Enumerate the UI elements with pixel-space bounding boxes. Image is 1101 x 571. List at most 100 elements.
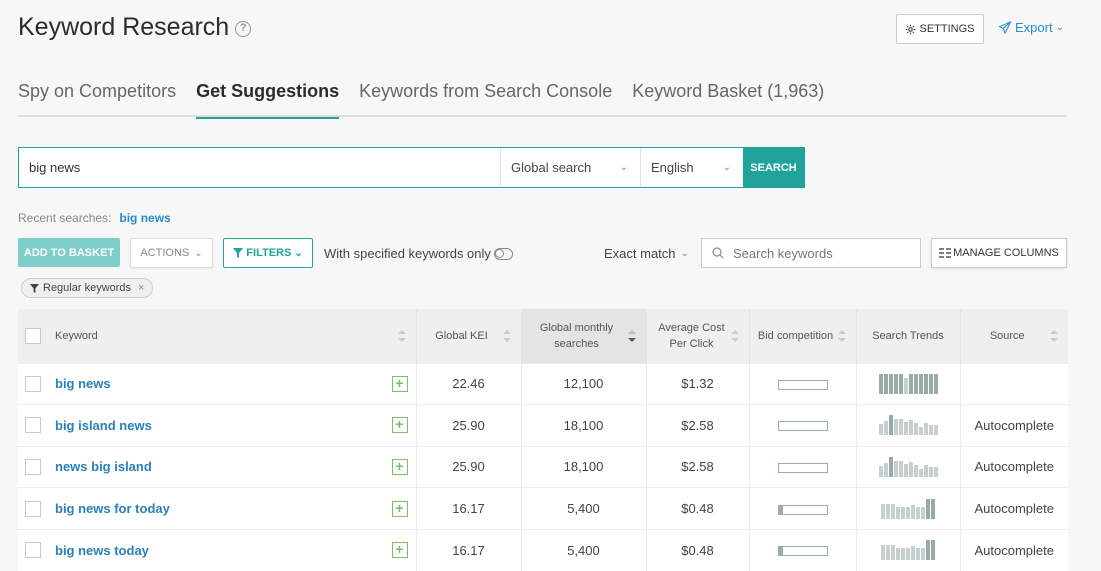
trend-bar (916, 548, 920, 561)
tab-keyword-basket[interactable]: Keyword Basket (1,963) (632, 78, 844, 117)
column-header-source[interactable]: Source (959, 309, 1068, 363)
select-all-checkbox[interactable] (25, 327, 41, 344)
column-label: Average Cost Per Click (658, 321, 725, 350)
table-row: news big island + 25.90 18,100 $2.58 Aut… (18, 445, 1068, 488)
manage-columns-label: MANAGE COLUMNS (953, 247, 1059, 259)
keyword-link[interactable]: big news (55, 376, 392, 391)
bid-competition-bar (777, 379, 828, 390)
keyword-search-input[interactable] (19, 148, 500, 187)
tab-keywords-from-search-console[interactable]: Keywords from Search Console (359, 78, 632, 117)
trend-bar (918, 373, 923, 394)
actions-dropdown[interactable]: ACTIONS ⌄ (130, 238, 213, 268)
column-label: Source (989, 329, 1025, 342)
keyword-cell: big news for today + (18, 487, 416, 530)
search-button[interactable]: SEARCH (743, 148, 804, 187)
trend-bar (926, 498, 930, 519)
chevron-down-icon: ⌄ (294, 247, 303, 259)
specified-keywords-toggle[interactable] (493, 247, 513, 260)
cpc-cell: $1.32 (645, 362, 749, 405)
column-header-bid-competition[interactable]: Bid competition (748, 309, 856, 363)
row-checkbox[interactable] (25, 542, 41, 559)
close-icon[interactable]: × (138, 282, 144, 294)
column-header-avg-cpc[interactable]: Average Cost Per Click (645, 309, 749, 363)
specified-keywords-toggle-group: With specified keywords only (324, 246, 513, 261)
row-checkbox[interactable] (25, 500, 41, 517)
kei-cell: 16.17 (415, 528, 521, 571)
trend-bar (896, 506, 900, 519)
source-cell: Autocomplete (959, 404, 1068, 447)
sort-icon[interactable] (730, 329, 739, 342)
region-select[interactable]: Global search ⌄ (500, 148, 640, 187)
export-button[interactable]: Export ⌄ (998, 20, 1064, 35)
trend-bar (903, 377, 908, 394)
keyword-cell: big news + (18, 362, 416, 405)
search-trends-cell (855, 362, 960, 405)
sort-icon[interactable] (1050, 329, 1058, 342)
recent-search-link[interactable]: big news (119, 211, 170, 225)
search-icon (712, 247, 724, 259)
language-select[interactable]: English ⌄ (640, 148, 743, 187)
kei-cell: 25.90 (415, 404, 521, 447)
sort-desc-icon[interactable] (627, 329, 636, 342)
table-row: big island news + 25.90 18,100 $2.58 Aut… (18, 404, 1068, 447)
keyword-link[interactable]: big news today (55, 543, 392, 558)
trend-bar (886, 545, 890, 561)
bid-competition-cell (748, 528, 856, 571)
trend-bar (893, 419, 898, 436)
page-title-text: Keyword Research (18, 13, 230, 41)
trend-bar (928, 373, 933, 394)
row-checkbox[interactable] (25, 375, 41, 392)
recent-searches: Recent searches: big news (18, 211, 171, 225)
trend-bar (933, 466, 938, 477)
keyword-link[interactable]: big news for today (55, 501, 392, 516)
trend-bar (878, 424, 883, 436)
settings-button[interactable]: SETTINGS (896, 14, 984, 44)
trend-bar (891, 503, 895, 519)
column-header-keyword[interactable]: Keyword (18, 309, 416, 363)
keyword-link[interactable]: big island news (55, 418, 392, 433)
keyword-cell: big news today + (18, 528, 416, 571)
trend-bar (916, 506, 920, 519)
trend-bar (881, 545, 885, 561)
keyword-cell: big island news + (18, 404, 416, 447)
match-type-dropdown[interactable]: Exact match ⌄ (604, 246, 689, 261)
searches-cell: 18,100 (520, 445, 646, 488)
sort-icon[interactable] (502, 329, 511, 342)
search-trend-sparkline (881, 498, 935, 519)
bid-competition-cell (748, 487, 856, 530)
trend-bar (908, 461, 913, 477)
trend-bar (888, 456, 893, 477)
column-header-global-kei[interactable]: Global KEI (415, 309, 521, 363)
trend-bar (908, 373, 913, 394)
filter-keywords-search (701, 238, 921, 268)
filter-icon (30, 283, 39, 293)
add-to-basket-icon[interactable]: + (391, 417, 408, 434)
add-to-basket-button[interactable]: ADD TO BASKET (18, 238, 120, 267)
column-header-global-monthly-searches[interactable]: Global monthly searches (520, 309, 646, 363)
chevron-down-icon: ⌄ (722, 162, 731, 173)
trend-bar (888, 415, 893, 436)
keyword-link[interactable]: news big island (55, 459, 392, 474)
filters-dropdown[interactable]: FILTERS ⌄ (223, 238, 313, 268)
row-checkbox[interactable] (25, 417, 41, 434)
filter-keywords-input[interactable] (733, 245, 903, 261)
trend-bar (901, 548, 905, 561)
trend-bar (888, 373, 893, 394)
column-label: Global KEI (435, 329, 488, 342)
trend-bar (883, 421, 888, 436)
manage-columns-button[interactable]: MANAGE COLUMNS (931, 238, 1067, 268)
add-to-basket-icon[interactable]: + (391, 458, 408, 475)
trend-bar (883, 462, 888, 477)
tab-spy-on-competitors[interactable]: Spy on Competitors (18, 78, 196, 117)
add-to-basket-icon[interactable]: + (391, 542, 408, 559)
add-to-basket-icon[interactable]: + (391, 375, 408, 392)
sort-icon[interactable] (837, 329, 846, 342)
row-checkbox[interactable] (25, 458, 41, 475)
help-icon[interactable]: ? (235, 21, 252, 37)
add-to-basket-icon[interactable]: + (391, 500, 408, 517)
page-title: Keyword Research ? (18, 13, 252, 42)
send-icon (998, 21, 1012, 34)
trend-bar (921, 548, 925, 561)
sort-icon[interactable] (397, 329, 406, 342)
tab-get-suggestions[interactable]: Get Suggestions (196, 78, 340, 119)
